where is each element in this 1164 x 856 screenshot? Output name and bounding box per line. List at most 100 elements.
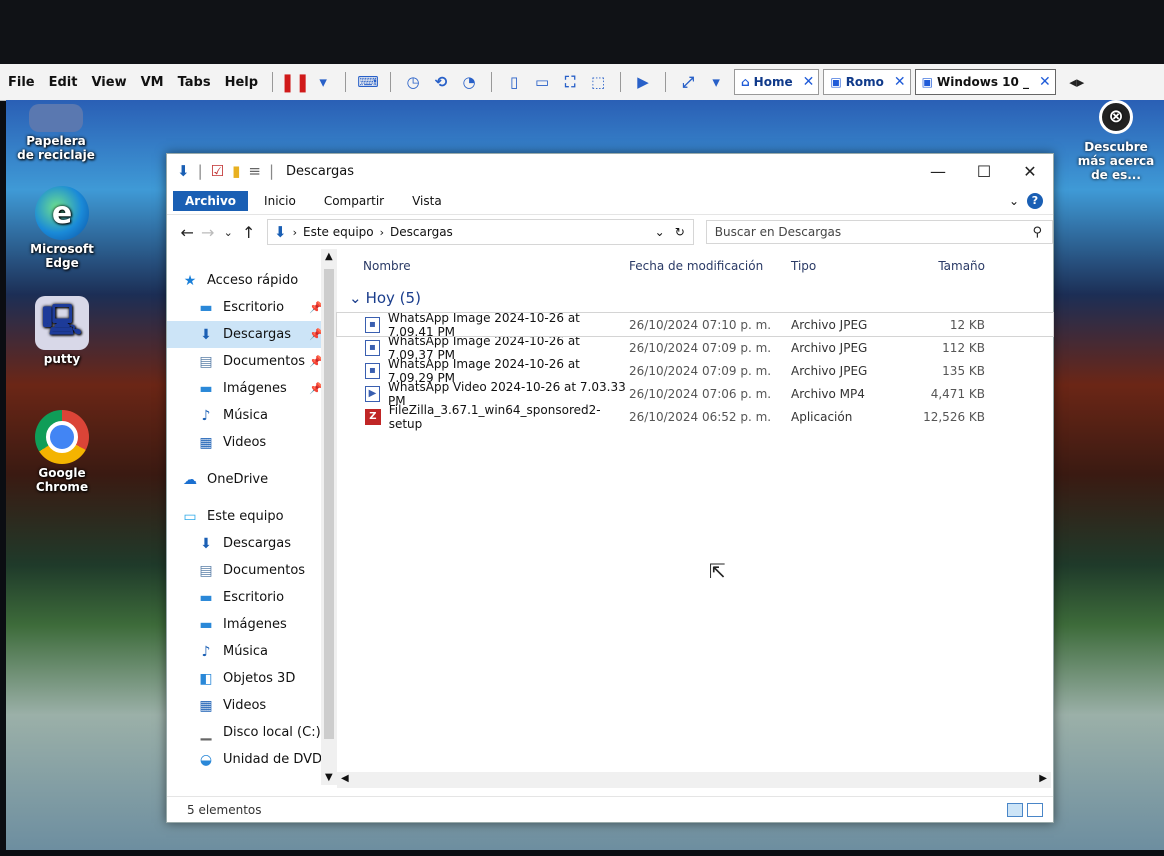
desktop-icon-label: Google Chrome [35, 466, 89, 494]
nav-escritorio-pc[interactable]: ▬ Escritorio [167, 584, 337, 611]
send-keys-icon[interactable]: ⌨ [357, 73, 379, 91]
large-icons-view-icon[interactable] [1027, 802, 1043, 817]
close-icon[interactable]: ✕ [894, 74, 906, 90]
tab-scroll-icon[interactable]: ◂▸ [1068, 73, 1086, 91]
nav-imagenes-pc[interactable]: ▬ Imágenes [167, 611, 337, 638]
nav-videos-pc[interactable]: ▦ Videos [167, 692, 337, 719]
column-size[interactable]: Tamaño [901, 259, 991, 273]
search-icon[interactable]: ⚲ [1033, 225, 1043, 240]
refresh-icon[interactable]: ↻ [675, 225, 685, 239]
search-box[interactable]: Buscar en Descargas ⚲ [705, 220, 1054, 244]
pause-icon[interactable]: ❚❚ [280, 72, 310, 93]
nav-documentos-quick[interactable]: ▤ Documentos 📌 [167, 348, 337, 375]
breadcrumb-este-equipo[interactable]: Este equipo [303, 225, 374, 239]
unity-icon[interactable]: ⬚ [589, 73, 607, 91]
scroll-up-icon[interactable]: ▲ [325, 251, 333, 262]
file-type: Archivo JPEG [791, 317, 868, 332]
tab-inicio[interactable]: Inicio [252, 191, 308, 211]
fullscreen-icon[interactable]: ⛶ [561, 73, 579, 91]
scroll-left-icon[interactable]: ◀ [341, 773, 349, 784]
address-row: ← → ⌄ ↑ ⬇ › Este equipo › Descargas ⌄ ↻ … [167, 214, 1054, 249]
nav-descargas-pc[interactable]: ⬇ Descargas [167, 530, 337, 557]
console-icon[interactable]: ▶ [634, 73, 652, 91]
close-icon[interactable]: ✕ [1039, 74, 1051, 90]
thumbnail-view-icon[interactable]: ▭ [533, 73, 551, 91]
column-name[interactable]: Nombre [337, 259, 629, 273]
recycle-bin[interactable]: Papelera de reciclaje [16, 104, 96, 162]
snapshot-icon[interactable]: ◷ [404, 73, 422, 91]
nav-imagenes-quick[interactable]: ▬ Imágenes 📌 [167, 375, 337, 402]
tab-archivo[interactable]: Archivo [173, 191, 249, 211]
nav-objetos-3d[interactable]: ◧ Objetos 3D [167, 665, 337, 692]
nav-disco-local[interactable]: ▁ Disco local (C:) [167, 719, 337, 746]
recent-locations-icon[interactable]: ⌄ [218, 226, 239, 239]
nav-onedrive[interactable]: ☁ OneDrive [167, 466, 337, 493]
nav-documentos-pc[interactable]: ▤ Documentos [167, 557, 337, 584]
nav-scrollbar[interactable]: ▲ ▼ [321, 249, 337, 785]
menu-edit[interactable]: Edit [49, 75, 78, 90]
help-icon[interactable]: ? [1027, 193, 1043, 209]
maximize-button[interactable]: ☐ [961, 162, 1007, 181]
chevron-right-icon[interactable]: › [293, 226, 297, 239]
scroll-down-icon[interactable]: ▼ [325, 772, 333, 783]
horizontal-scrollbar[interactable]: ◀ ▶ [337, 772, 1051, 788]
nav-label: Videos [223, 698, 267, 713]
vm-tab-romo[interactable]: ▣ Romo ✕ [823, 69, 911, 95]
vm-tab-windows10[interactable]: ▣ Windows 10 _ ✕ [914, 69, 1056, 95]
menu-file[interactable]: File [8, 75, 35, 90]
file-list: Nombre Fecha de modificación Tipo Tamaño… [336, 249, 1054, 785]
promo-text: Descubre más acerca de es... [1077, 140, 1155, 182]
nav-label: Descargas [223, 536, 292, 551]
back-arrow-icon[interactable]: ← [177, 223, 198, 242]
nav-este-equipo[interactable]: ▭ Este equipo [167, 503, 337, 530]
close-button[interactable]: ✕ [1007, 162, 1053, 181]
menu-vm[interactable]: VM [141, 75, 164, 90]
group-header[interactable]: ⌄ Hoy (5) [337, 283, 1053, 313]
breadcrumb-descargas[interactable]: Descargas [390, 225, 453, 239]
edge-shortcut[interactable]: e Microsoft Edge [22, 186, 102, 270]
properties-icon[interactable]: ☑ [211, 162, 224, 180]
scrollbar-thumb[interactable] [324, 269, 334, 739]
chevron-down-icon[interactable]: ⌄ [655, 225, 665, 239]
spotlight-promo[interactable]: ⊗ Descubre más acerca de es... [1070, 100, 1162, 182]
nav-quick-access[interactable]: ★ Acceso rápido [167, 267, 337, 294]
sidebar-view-icon[interactable]: ▯ [505, 73, 523, 91]
up-arrow-icon[interactable]: ↑ [239, 223, 260, 242]
address-bar[interactable]: ⬇ › Este equipo › Descargas ⌄ ↻ [267, 219, 694, 245]
column-date[interactable]: Fecha de modificación [629, 259, 791, 273]
chrome-shortcut[interactable]: Google Chrome [22, 410, 102, 494]
chevron-right-icon[interactable]: › [380, 226, 384, 239]
nav-escritorio-quick[interactable]: ▬ Escritorio 📌 [167, 294, 337, 321]
menu-help[interactable]: Help [225, 75, 258, 90]
tab-compartir[interactable]: Compartir [312, 191, 396, 211]
close-icon[interactable]: ✕ [803, 74, 815, 90]
nav-musica-quick[interactable]: ♪ Música [167, 402, 337, 429]
nav-label: Escritorio [223, 300, 285, 315]
details-view-icon[interactable] [1007, 802, 1023, 817]
nav-musica-pc[interactable]: ♪ Música [167, 638, 337, 665]
nav-videos-quick[interactable]: ▦ Videos [167, 429, 337, 456]
table-row[interactable]: Z FileZilla_3.67.1_win64_sponsored2-setup… [337, 403, 1053, 431]
menu-view[interactable]: View [91, 75, 126, 90]
column-type[interactable]: Tipo [791, 259, 901, 273]
snapshot-manager-icon[interactable]: ◔ [460, 73, 478, 91]
revert-snapshot-icon[interactable]: ⟲ [432, 73, 450, 91]
tab-vista[interactable]: Vista [400, 191, 454, 211]
putty-shortcut[interactable]: 🖳 putty [22, 296, 102, 366]
nav-descargas-quick[interactable]: ⬇ Descargas 📌 [167, 321, 337, 348]
nav-unidad-dvd[interactable]: ◒ Unidad de DVD ( [167, 746, 337, 773]
folder-icon[interactable]: ▮ [232, 162, 240, 180]
customize-dropdown-icon[interactable]: ≡ [248, 162, 261, 180]
nav-label: Música [223, 644, 268, 659]
forward-arrow-icon[interactable]: → [198, 223, 219, 242]
expand-ribbon-icon[interactable]: ⌄ [1009, 194, 1019, 208]
minimize-button[interactable]: — [915, 162, 961, 181]
dropdown-arrow-icon[interactable]: ▾ [707, 73, 725, 91]
dropdown-arrow-icon[interactable]: ▾ [314, 73, 332, 91]
download-arrow-icon[interactable]: ⬇ [177, 162, 190, 180]
menu-tabs[interactable]: Tabs [178, 75, 211, 90]
scroll-right-icon[interactable]: ▶ [1039, 773, 1047, 784]
file-date: 26/10/2024 07:09 p. m. [629, 340, 772, 355]
vm-tab-home[interactable]: ⌂ Home ✕ [734, 69, 820, 95]
stretch-icon[interactable]: ⤢ [679, 73, 697, 91]
